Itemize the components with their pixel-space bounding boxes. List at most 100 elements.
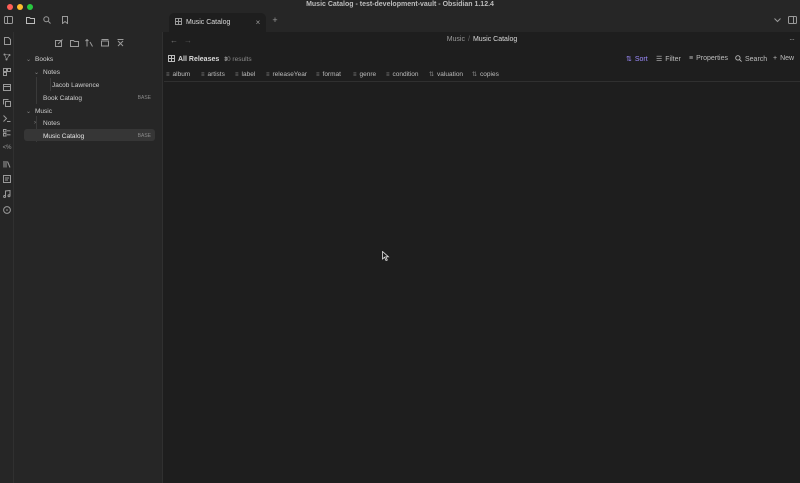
table-header: ≡ album ≡ artists ≡ label ≡ releaseYear ≡ for… — [164, 70, 800, 82]
column-label: valuation — [437, 71, 464, 78]
mouse-pointer-icon — [382, 250, 390, 262]
checklist-icon[interactable] — [2, 128, 12, 138]
tree-folder-notes-music[interactable]: › Notes — [22, 117, 163, 129]
column-header-valuation[interactable]: ⇅ valuation — [429, 71, 463, 78]
table-icon — [168, 55, 175, 64]
tree-folder-books[interactable]: ⌄ Books — [22, 53, 163, 65]
new-tab-button[interactable]: + — [269, 14, 281, 26]
search-icon[interactable] — [41, 14, 53, 26]
template-icon[interactable]: <% — [2, 143, 12, 153]
collapse-icon[interactable] — [99, 37, 111, 49]
column-label: condition — [392, 71, 419, 78]
tab-close-button[interactable]: × — [253, 18, 263, 27]
close-all-icon[interactable] — [114, 37, 126, 49]
search-label: Search — [745, 56, 768, 63]
filter-icon: ☰ — [656, 56, 663, 63]
tree-file-music-catalog[interactable]: Music Catalog BASE — [22, 130, 163, 142]
column-header-condition[interactable]: ≡ condition — [386, 71, 419, 78]
file-icon[interactable] — [2, 36, 12, 46]
column-header-album[interactable]: ≡ album — [166, 71, 190, 78]
column-label: releaseYear — [272, 71, 307, 78]
column-header-genre[interactable]: ≡ genre — [353, 71, 376, 78]
number-property-icon: ⇅ — [429, 72, 435, 78]
tree-folder-music[interactable]: ⌄ Music — [22, 105, 163, 117]
sort-button[interactable]: ⇅ Sort — [626, 55, 648, 64]
column-label: album — [172, 71, 191, 78]
new-record-button[interactable]: + New — [773, 55, 794, 62]
table-icon — [175, 18, 182, 27]
tree-label: Book Catalog — [43, 94, 83, 102]
window-title: Music Catalog - test-development-vault -… — [306, 1, 494, 8]
library-icon[interactable] — [2, 159, 12, 169]
text-property-icon: ≡ — [316, 71, 320, 78]
tab-music-catalog[interactable]: Music Catalog × — [169, 13, 266, 32]
number-property-icon: ⇅ — [472, 72, 478, 78]
text-property-icon: ≡ — [166, 71, 170, 78]
ribbon: <% — [0, 32, 14, 483]
new-label: New — [780, 55, 795, 62]
tree-label: Music — [35, 107, 52, 115]
help-icon[interactable] — [2, 205, 12, 215]
tree-label: Books — [35, 55, 54, 63]
tree-file-book-catalog[interactable]: Book Catalog BASE — [22, 92, 163, 104]
file-explorer: ⌄ Books ⌄ Notes Jacob Lawrence Book Cata… — [14, 32, 163, 483]
text-property-icon: ≡ — [353, 71, 357, 78]
filter-label: Filter — [665, 55, 681, 63]
file-type-badge: BASE — [137, 133, 151, 139]
copy-icon[interactable] — [2, 98, 12, 108]
column-header-artists[interactable]: ≡ artists — [201, 71, 225, 78]
results-count: 0 results — [227, 56, 252, 63]
title-bar: Music Catalog - test-development-vault -… — [0, 0, 800, 10]
bookmark-icon[interactable] — [59, 14, 71, 26]
breadcrumb-parent[interactable]: Music — [447, 36, 465, 43]
sort-icon[interactable] — [83, 37, 95, 49]
chevron-right-icon: › — [34, 120, 36, 126]
plus-icon: + — [773, 55, 778, 62]
more-options-icon[interactable]: ··· — [789, 35, 795, 44]
column-header-label[interactable]: ≡ label — [235, 71, 255, 78]
search-icon — [735, 55, 742, 64]
list-icon: ≡ — [689, 55, 694, 62]
tree-label: Music Catalog — [43, 132, 85, 140]
new-folder-icon[interactable] — [68, 37, 80, 49]
column-header-releaseyear[interactable]: ≡ releaseYear — [266, 71, 307, 78]
search-button[interactable]: Search — [735, 55, 767, 64]
tree-label: Notes — [43, 68, 60, 76]
chevron-down-icon: ⌄ — [34, 69, 40, 76]
sort-label: Sort — [634, 55, 648, 63]
column-header-copies[interactable]: ⇅ copies — [472, 71, 499, 78]
canvas-icon[interactable] — [2, 67, 12, 77]
tab-label: Music Catalog — [186, 19, 231, 26]
tree-label: Notes — [43, 119, 60, 127]
graph-icon[interactable] — [2, 52, 12, 62]
view-selector[interactable]: All Releases ⇕ — [168, 55, 228, 64]
folder-open-icon[interactable] — [24, 14, 36, 26]
text-property-icon: ≡ — [235, 71, 239, 78]
column-header-format[interactable]: ≡ format — [316, 71, 341, 78]
column-label: format — [322, 71, 341, 78]
properties-button[interactable]: ≡ Properties — [689, 55, 728, 62]
properties-label: Properties — [696, 55, 728, 62]
view-name: All Releases — [178, 56, 220, 63]
column-label: artists — [207, 71, 225, 78]
note-icon[interactable] — [2, 174, 12, 184]
tree-label: Jacob Lawrence — [52, 81, 100, 89]
terminal-icon[interactable] — [2, 113, 12, 123]
chevron-down-icon: ⌄ — [26, 56, 32, 63]
text-property-icon: ≡ — [386, 71, 390, 78]
sidebar-toggle-icon[interactable] — [2, 14, 14, 26]
column-label: copies — [480, 71, 499, 78]
tree-file-jacob-lawrence[interactable]: Jacob Lawrence — [22, 79, 163, 91]
chevron-down-icon: ⌄ — [26, 108, 32, 115]
sort-icon: ⇅ — [626, 56, 632, 63]
text-property-icon: ≡ — [266, 71, 270, 78]
filter-button[interactable]: ☰ Filter — [656, 55, 681, 64]
calendar-icon[interactable] — [2, 82, 12, 92]
tree-folder-notes[interactable]: ⌄ Notes — [22, 66, 163, 78]
music-icon[interactable] — [2, 189, 12, 199]
breadcrumb-current[interactable]: Music Catalog — [473, 36, 517, 43]
chevron-down-icon[interactable] — [771, 14, 783, 26]
right-sidebar-toggle-icon[interactable] — [786, 14, 798, 26]
new-note-icon[interactable] — [53, 37, 65, 49]
breadcrumb-separator: / — [467, 36, 470, 43]
